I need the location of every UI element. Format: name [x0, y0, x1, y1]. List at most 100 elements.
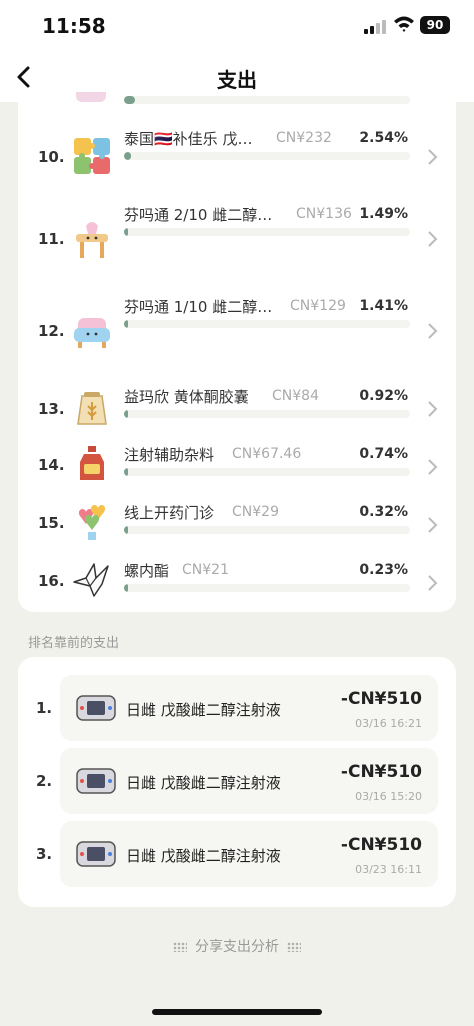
chevron-right-icon: [428, 459, 438, 475]
category-row[interactable]: 11. 芬吗通 2/10 雌二醇… CN¥136 1.49%: [18, 202, 456, 258]
category-name: 线上开药门诊: [124, 504, 215, 522]
category-row[interactable]: 12. 芬吗通 1/10 雌二醇… CN¥129 1.41%: [18, 294, 456, 350]
page-title: 支出: [217, 68, 257, 92]
wheat-sack-icon: [77, 392, 107, 425]
category-row[interactable]: 16. 螺内酯 CN¥21 0.23%: [18, 560, 456, 616]
category-name: 泰国🇹🇭补佳乐 戊…: [124, 130, 253, 148]
cellular-signal-icon: [364, 18, 386, 34]
top-expenses-card: 1. 日雌 戊酸雌二醇注射液 -CN¥510 03/16 16:21 2. 日雌…: [18, 657, 456, 907]
grid-dots-icon: [287, 942, 301, 952]
expense-name: 日雌 戊酸雌二醇注射液: [126, 774, 281, 792]
category-percent: 0.74%: [359, 446, 408, 462]
category-ranking-card: 10. 泰国🇹🇭补佳乐 戊… CN¥232 2.54% 11. 芬吗通 2/10…: [18, 92, 456, 612]
expense-rank: 2.: [36, 772, 53, 790]
category-amount: CN¥67.46: [232, 446, 302, 462]
status-bar: 11:58 90: [0, 0, 474, 52]
expense-rank: 1.: [36, 699, 53, 717]
progress-fill: [124, 320, 129, 328]
expense-time: 03/23 16:11: [355, 863, 422, 876]
expense-name: 日雌 戊酸雌二醇注射液: [126, 847, 281, 865]
partial-category-icon: [76, 92, 106, 102]
expense-item[interactable]: 日雌 戊酸雌二醇注射液 -CN¥510 03/23 16:11: [60, 821, 438, 887]
category-name: 注射辅助杂料: [124, 446, 215, 464]
expense-item[interactable]: 日雌 戊酸雌二醇注射液 -CN¥510 03/16 15:20: [60, 748, 438, 814]
category-amount: CN¥136: [296, 206, 352, 222]
category-row[interactable]: 10. 泰国🇹🇭补佳乐 戊… CN¥232 2.54%: [18, 128, 456, 184]
category-percent: 0.92%: [359, 388, 408, 404]
status-time: 11:58: [42, 14, 106, 38]
category-name: 益玛欣 黄体酮胶囊: [124, 388, 249, 406]
chevron-right-icon: [428, 231, 438, 247]
expense-time: 03/16 16:21: [355, 717, 422, 730]
chevron-right-icon: [428, 149, 438, 165]
progress-track: [124, 320, 410, 328]
category-percent: 1.41%: [359, 298, 408, 314]
category-amount: CN¥29: [232, 504, 279, 520]
chevron-right-icon: [428, 323, 438, 339]
progress-track: [124, 152, 410, 160]
category-name: 螺内酯: [124, 562, 170, 580]
cute-table-icon: [76, 222, 108, 258]
expense-row[interactable]: 2. 日雌 戊酸雌二醇注射液 -CN¥510 03/16 15:20: [18, 748, 456, 814]
progress-track: [124, 96, 410, 104]
grid-dots-icon: [173, 942, 187, 952]
expense-amount: -CN¥510: [340, 689, 422, 709]
category-rank: 14.: [38, 456, 65, 474]
section-title: 排名靠前的支出: [28, 636, 120, 651]
chevron-right-icon: [428, 401, 438, 417]
category-percent: 0.32%: [359, 504, 408, 520]
progress-track: [124, 410, 410, 418]
progress-track: [124, 526, 410, 534]
category-percent: 2.54%: [359, 130, 408, 146]
category-amount: CN¥84: [272, 388, 319, 404]
category-rank: 12.: [38, 322, 65, 340]
category-row[interactable]: 13. 益玛欣 黄体酮胶囊 CN¥84 0.92%: [18, 386, 456, 442]
expense-item[interactable]: 日雌 戊酸雌二醇注射液 -CN¥510 03/16 16:21: [60, 675, 438, 741]
chevron-right-icon: [428, 517, 438, 533]
honey-bottle-icon: [80, 446, 104, 480]
category-amount: CN¥129: [290, 298, 346, 314]
chevron-right-icon: [428, 575, 438, 591]
game-console-icon: [76, 695, 116, 721]
category-rank: 16.: [38, 572, 65, 590]
game-console-icon: [76, 841, 116, 867]
category-amount: CN¥21: [182, 562, 229, 578]
category-rank: 15.: [38, 514, 65, 532]
expense-amount: -CN¥510: [340, 762, 422, 782]
share-analysis-button[interactable]: 分享支出分析: [0, 936, 474, 956]
category-row[interactable]: 15. 线上开药门诊 CN¥29 0.32%: [18, 502, 456, 558]
progress-track: [124, 228, 410, 236]
progress-fill: [124, 228, 129, 236]
puzzle-icon: [74, 138, 110, 174]
category-percent: 0.23%: [359, 562, 408, 578]
category-name: 芬吗通 1/10 雌二醇…: [124, 298, 273, 316]
share-label: 分享支出分析: [195, 939, 279, 955]
battery-icon: 90: [420, 16, 450, 34]
progress-fill: [124, 152, 131, 160]
expense-rank: 3.: [36, 845, 53, 863]
category-percent: 1.49%: [359, 206, 408, 222]
expense-name: 日雌 戊酸雌二醇注射液: [126, 701, 281, 719]
expense-row[interactable]: 1. 日雌 戊酸雌二醇注射液 -CN¥510 03/16 16:21: [18, 675, 456, 741]
progress-fill: [124, 468, 129, 476]
origami-bird-icon: [73, 563, 109, 597]
category-amount: CN¥232: [276, 130, 332, 146]
home-indicator[interactable]: [152, 1009, 322, 1015]
expense-time: 03/16 15:20: [355, 790, 422, 803]
heart-balloons-icon: [78, 505, 106, 540]
category-rank: 10.: [38, 148, 65, 166]
progress-track: [124, 468, 410, 476]
category-rank: 11.: [38, 230, 65, 248]
wifi-icon: [394, 16, 414, 32]
category-name: 芬吗通 2/10 雌二醇…: [124, 206, 273, 224]
progress-fill: [124, 526, 129, 534]
progress-track: [124, 584, 410, 592]
game-console-icon: [76, 768, 116, 794]
category-row[interactable]: 14. 注射辅助杂料 CN¥67.46 0.74%: [18, 444, 456, 500]
progress-fill: [124, 410, 129, 418]
progress-fill: [124, 584, 129, 592]
cute-sofa-icon: [74, 318, 110, 348]
expense-row[interactable]: 3. 日雌 戊酸雌二醇注射液 -CN¥510 03/23 16:11: [18, 821, 456, 887]
category-rank: 13.: [38, 400, 65, 418]
expense-amount: -CN¥510: [340, 835, 422, 855]
